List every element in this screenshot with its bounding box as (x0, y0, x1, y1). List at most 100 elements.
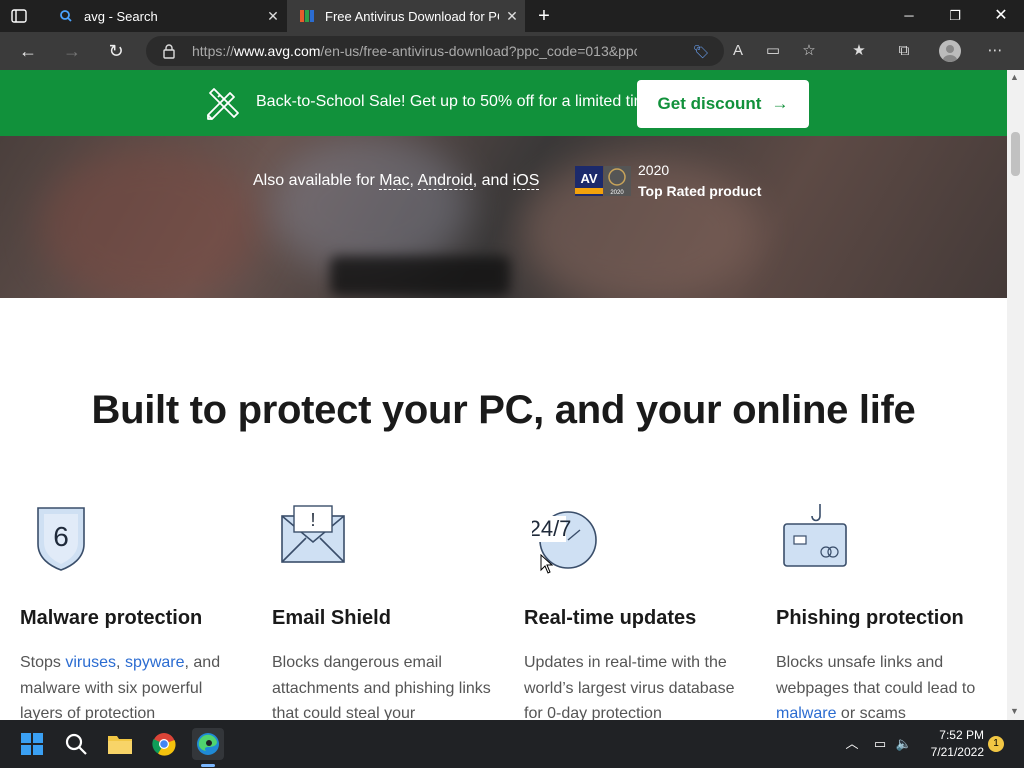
clock-label: 24/7 (532, 516, 571, 541)
award-year: 2020 (638, 162, 670, 178)
separator: , (409, 172, 418, 189)
chevron-up-icon[interactable]: ︿ (842, 734, 862, 754)
minimize-button[interactable]: ─ (886, 0, 932, 32)
new-tab-button[interactable]: + (533, 2, 555, 30)
av-comparatives-badge-icon: AV 2020 (575, 166, 631, 196)
hero-shape (330, 256, 510, 296)
search-icon (65, 733, 87, 755)
coupon-tag-icon[interactable]: 🏷 (691, 42, 711, 62)
page-viewport: Back-to-School Sale! Get up to 50% off f… (0, 70, 1007, 720)
feature-title: Real-time updates (524, 607, 697, 629)
clock-date[interactable]: 7/21/2022 (912, 745, 984, 759)
spyware-link[interactable]: spyware (125, 654, 185, 671)
tab-title: avg - Search (84, 8, 158, 24)
tab-bar: avg - Search ✕ Free Antivirus Download f… (0, 0, 1024, 32)
add-favorite-icon[interactable]: ☆ (798, 40, 820, 62)
read-aloud-icon[interactable]: A (727, 40, 749, 62)
tab-title: Free Antivirus Download for PC | (325, 8, 499, 24)
get-discount-button[interactable]: Get discount → (637, 80, 809, 128)
scrollbar-thumb[interactable] (1011, 132, 1020, 176)
search-icon (60, 10, 72, 22)
tab-actions-icon[interactable] (10, 7, 28, 25)
award-label: Top Rated product (638, 183, 762, 199)
malware-link[interactable]: malware (776, 705, 836, 720)
active-app-indicator (201, 764, 215, 767)
hero-shape (270, 136, 470, 276)
mouse-cursor-icon (540, 554, 554, 574)
also-available-text: Also available for Mac, Android, and iOS (253, 172, 540, 190)
page-scrollbar[interactable]: ▲ ▼ (1007, 70, 1024, 720)
immersive-reader-icon[interactable]: ▭ (762, 40, 784, 62)
search-button[interactable] (60, 728, 92, 760)
hero-shape (40, 146, 260, 298)
file-explorer-button[interactable] (104, 728, 136, 760)
shield-icon: 6 (37, 507, 85, 571)
arrow-right-icon: → (771, 94, 789, 113)
ruler-pencil-icon (207, 88, 239, 120)
close-window-button[interactable]: ✕ (978, 0, 1024, 32)
also-prefix: Also available for (253, 172, 380, 189)
restore-button[interactable]: ❐ (932, 0, 978, 32)
scroll-down-icon[interactable]: ▼ (1010, 706, 1019, 716)
description-text: Updates in real-time with the world’s la… (524, 654, 735, 720)
url-host: www.avg.com (234, 43, 321, 59)
settings-menu-icon[interactable]: ⋯ (984, 40, 1006, 62)
chrome-icon (152, 733, 176, 756)
shield-number: 6 (53, 521, 69, 552)
start-button[interactable] (16, 728, 48, 760)
ios-link[interactable]: iOS (512, 172, 540, 190)
windows-logo-icon (21, 733, 43, 755)
edge-icon (197, 733, 219, 755)
alert-mark: ! (310, 510, 315, 530)
mac-link[interactable]: Mac (379, 172, 410, 190)
feature-description: Blocks unsafe links and webpages that co… (776, 650, 1001, 720)
edge-button[interactable] (192, 728, 224, 760)
tab-avg-download[interactable]: Free Antivirus Download for PC | ✕ (287, 0, 525, 32)
taskbar: ︿ ▭ 🔈 7:52 PM 7/21/2022 1 (0, 720, 1024, 768)
profile-avatar[interactable] (939, 40, 961, 62)
volume-icon[interactable]: 🔈 (894, 734, 914, 754)
feature-title: Phishing protection (776, 607, 964, 629)
url-path: /en-us/free-antivirus-download?ppc_code=… (320, 43, 637, 59)
android-link[interactable]: Android (417, 172, 473, 190)
close-tab-icon[interactable]: ✕ (260, 8, 286, 25)
folder-icon (108, 736, 132, 754)
badge-year: 2020 (610, 190, 624, 196)
description-text: Blocks unsafe links and webpages that co… (776, 654, 976, 697)
url-text[interactable]: https://www.avg.com/en-us/free-antivirus… (192, 43, 637, 59)
feature-title: Email Shield (272, 607, 391, 629)
refresh-button[interactable]: ↻ (104, 40, 128, 62)
feature-description: Blocks dangerous email attachments and p… (272, 650, 497, 720)
network-icon[interactable]: ▭ (870, 734, 890, 754)
hero-image: Also available for Mac, Android, and iOS… (0, 136, 1007, 298)
lock-icon[interactable] (162, 43, 176, 59)
badge-text: AV (580, 171, 597, 186)
forward-button[interactable]: → (60, 40, 84, 62)
url-scheme: https:// (192, 43, 235, 59)
description-text: or scams (836, 705, 906, 720)
feature-title: Malware protection (20, 607, 203, 629)
toolbar: ← → ↻ https://www.avg.com/en-us/free-ant… (0, 32, 1024, 70)
person-icon (943, 45, 957, 62)
viruses-link[interactable]: viruses (65, 654, 116, 671)
separator: , and (472, 172, 513, 189)
page-title: Built to protect your PC, and your onlin… (91, 388, 916, 432)
tab-avg-search[interactable]: avg - Search ✕ (46, 0, 286, 32)
description-text: Blocks dangerous email attachments and p… (272, 654, 491, 720)
close-tab-icon[interactable]: ✕ (499, 8, 525, 25)
clock-time[interactable]: 7:52 PM (924, 728, 984, 742)
collections-icon[interactable]: ⧉ (893, 40, 915, 62)
scroll-up-icon[interactable]: ▲ (1010, 72, 1019, 82)
description-text: , (116, 654, 125, 671)
hook-card-icon (783, 504, 847, 567)
address-bar[interactable]: https://www.avg.com/en-us/free-antivirus… (146, 36, 724, 66)
promo-text: Back-to-School Sale! Get up to 50% off f… (256, 93, 661, 110)
favorites-icon[interactable]: ★ (848, 40, 870, 62)
button-label: Get discount (657, 94, 762, 113)
description-text: Stops (20, 654, 66, 671)
envelope-alert-icon: ! (281, 505, 345, 563)
notification-badge[interactable]: 1 (988, 736, 1004, 752)
chrome-button[interactable] (148, 728, 180, 760)
feature-description: Updates in real-time with the world’s la… (524, 650, 749, 720)
back-button[interactable]: ← (16, 40, 40, 62)
